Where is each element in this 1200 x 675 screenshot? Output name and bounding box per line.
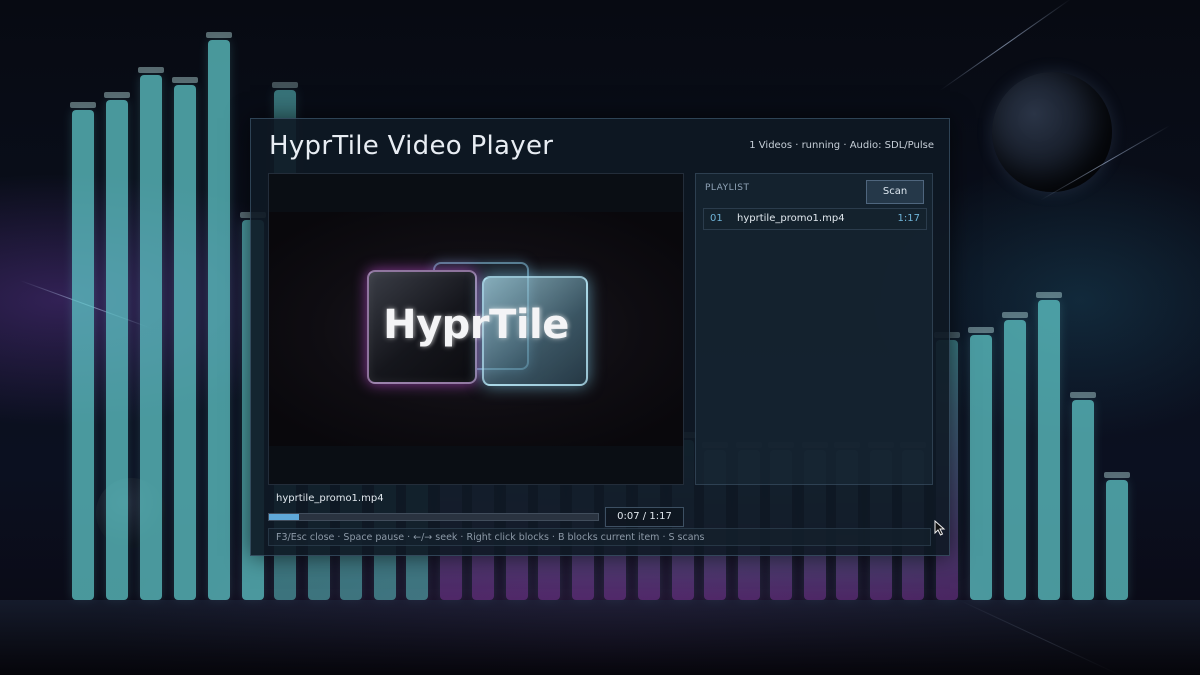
planet-decoration bbox=[992, 72, 1112, 192]
video-viewport[interactable]: HyprTile bbox=[268, 173, 684, 485]
floor-reflection bbox=[0, 600, 1200, 675]
visualizer-bar bbox=[1070, 392, 1096, 600]
hyprtile-logo: HyprTile bbox=[383, 302, 569, 348]
window-title: HyprTile Video Player bbox=[269, 131, 554, 161]
visualizer-bar bbox=[138, 67, 164, 600]
video-frame-content: HyprTile bbox=[269, 212, 683, 446]
visualizer-bar bbox=[968, 327, 994, 600]
playlist-label: PLAYLIST bbox=[705, 183, 750, 193]
status-text: 1 Videos · running · Audio: SDL/Pulse bbox=[749, 140, 934, 151]
visualizer-bar bbox=[206, 32, 232, 600]
visualizer-bar bbox=[70, 102, 96, 600]
visualizer-bar bbox=[1036, 292, 1062, 600]
seek-bar[interactable] bbox=[268, 513, 599, 521]
playlist-item-index: 01 bbox=[710, 213, 723, 224]
visualizer-bar bbox=[1104, 472, 1130, 600]
video-player-window: HyprTile Video Player 1 Videos · running… bbox=[250, 118, 950, 556]
seek-bar-fill bbox=[269, 514, 299, 520]
scan-button[interactable]: Scan bbox=[866, 180, 924, 204]
playlist-item-name: hyprtile_promo1.mp4 bbox=[737, 213, 845, 224]
playlist-panel: PLAYLIST Scan 01 hyprtile_promo1.mp4 1:1… bbox=[695, 173, 933, 485]
now-playing-title: hyprtile_promo1.mp4 bbox=[276, 493, 384, 504]
time-display: 0:07 / 1:17 bbox=[605, 507, 684, 527]
visualizer-bar bbox=[172, 77, 198, 600]
playlist-item[interactable]: 01 hyprtile_promo1.mp4 1:17 bbox=[703, 208, 927, 230]
visualizer-bar bbox=[1002, 312, 1028, 600]
visualizer-bar bbox=[104, 92, 130, 600]
playlist-item-duration: 1:17 bbox=[897, 213, 920, 224]
mouse-pointer-icon bbox=[934, 520, 946, 536]
keyboard-help-bar: F3/Esc close · Space pause · ←/→ seek · … bbox=[268, 528, 931, 546]
